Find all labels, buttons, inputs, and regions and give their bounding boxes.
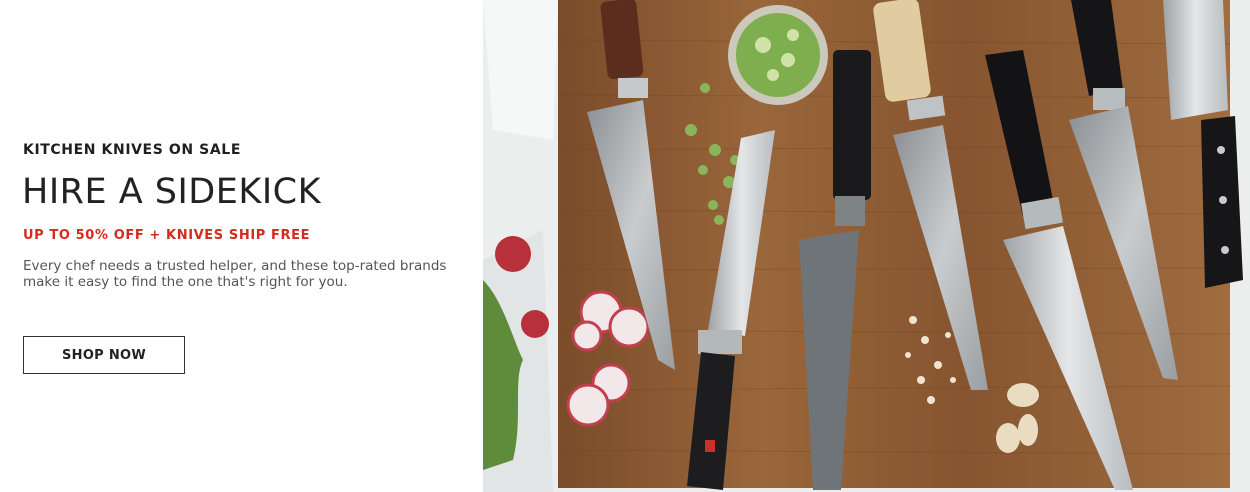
hero-image[interactable] [483,0,1250,492]
promo-description: Every chef needs a trusted helper, and t… [23,258,447,290]
promo-eyebrow: KITCHEN KNIVES ON SALE [23,142,241,158]
shop-now-button[interactable]: SHOP NOW [23,336,185,374]
knives-on-cutting-board-photo [483,0,1250,492]
promo-offer: UP TO 50% OFF + KNIVES SHIP FREE [23,228,311,243]
promo-headline: HIRE A SIDEKICK [22,172,322,212]
green-onion-bowl [728,5,828,105]
promo-panel: KITCHEN KNIVES ON SALE HIRE A SIDEKICK U… [0,0,483,492]
